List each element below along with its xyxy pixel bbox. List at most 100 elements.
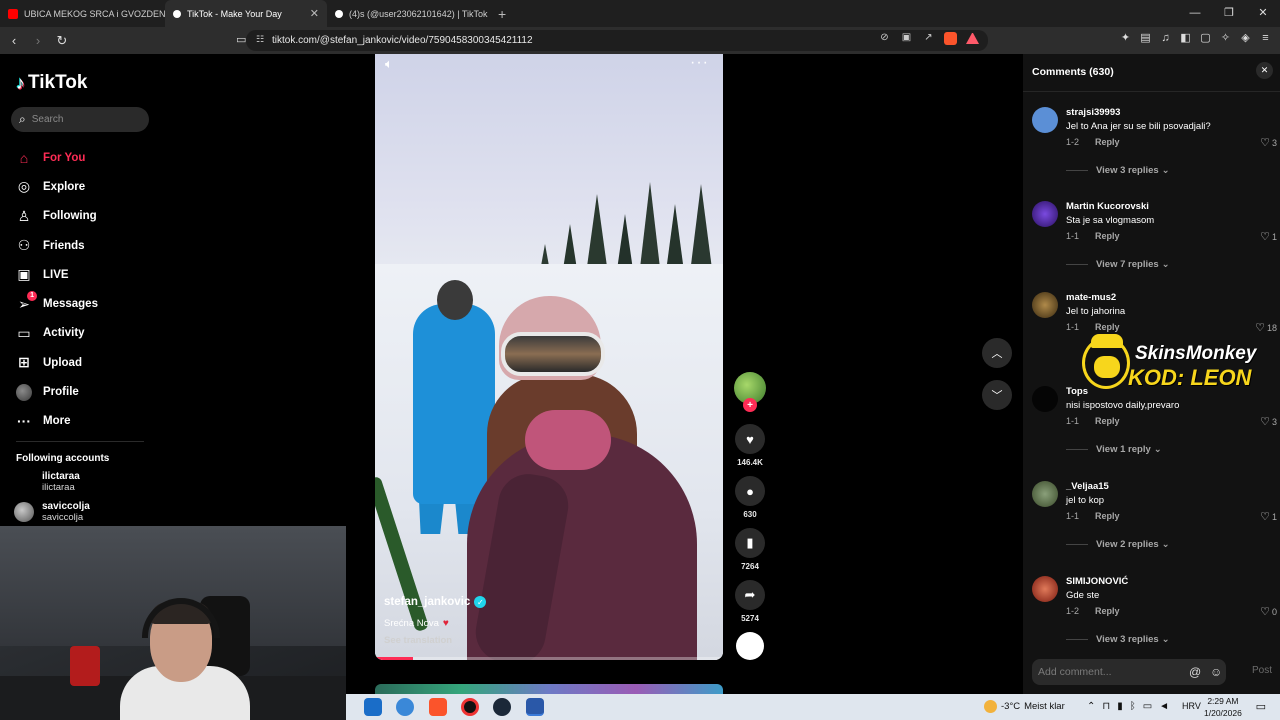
avatar[interactable] bbox=[1032, 576, 1058, 602]
reply-button[interactable]: Reply bbox=[1095, 231, 1120, 241]
avatar[interactable] bbox=[1032, 292, 1058, 318]
more-options-icon[interactable]: ··· bbox=[690, 54, 709, 72]
mute-icon[interactable]: ⊘ bbox=[878, 32, 891, 45]
emoji-icon[interactable]: ☺ bbox=[1210, 665, 1222, 679]
notification-icon[interactable]: ▭ bbox=[1256, 700, 1266, 713]
sidebar-item-messages[interactable]: ➢ 1 Messages bbox=[16, 289, 98, 318]
volume-icon[interactable]: 🔈︎ bbox=[385, 56, 393, 72]
close-tab-icon[interactable]: ✕ bbox=[310, 7, 319, 20]
see-translation-link[interactable]: See translation bbox=[384, 635, 486, 646]
following-account[interactable]: saviccolja saviccolja bbox=[14, 501, 90, 523]
reply-button[interactable]: Reply bbox=[1095, 606, 1120, 616]
music-icon[interactable]: ♫ bbox=[1159, 32, 1172, 45]
author-avatar[interactable]: + bbox=[734, 372, 766, 412]
video-player[interactable]: 🔈︎ ··· stefan_jankovic ✓ Srećna Nova ♥ S… bbox=[375, 54, 723, 660]
sidebar-item-more[interactable]: ··· More bbox=[16, 407, 98, 436]
share-action[interactable]: ➦ 5274 bbox=[734, 580, 766, 623]
comment-like[interactable]: ♡ 18 bbox=[1255, 321, 1277, 334]
new-tab-button[interactable]: + bbox=[498, 6, 506, 22]
sidebar-item-upload[interactable]: ⊞ Upload bbox=[16, 348, 98, 377]
search-input[interactable] bbox=[31, 114, 132, 125]
comment-like[interactable]: ♡ 3 bbox=[1260, 415, 1277, 428]
comment-like[interactable]: ♡ 1 bbox=[1260, 510, 1277, 523]
microphone-icon[interactable]: ▮ bbox=[1117, 701, 1123, 712]
view-replies-button[interactable]: View 2 replies ⌄ bbox=[1066, 539, 1170, 550]
next-video-button[interactable]: ﹀ bbox=[982, 380, 1012, 410]
start-icon[interactable] bbox=[364, 698, 382, 716]
like-action[interactable]: ♥ 146.4K bbox=[734, 424, 766, 467]
previous-video-button[interactable]: ︿ bbox=[982, 338, 1012, 368]
next-video-preview[interactable] bbox=[375, 684, 723, 694]
tiktok-logo[interactable]: ♪ TikTok bbox=[16, 72, 87, 94]
avatar[interactable] bbox=[1032, 107, 1058, 133]
sidebar-item-activity[interactable]: ▭ Activity bbox=[16, 319, 98, 348]
comment-like[interactable]: ♡ 3 bbox=[1260, 136, 1277, 149]
comment-user[interactable]: _Veljaa15 bbox=[1066, 481, 1109, 492]
bookmark-icon[interactable]: ▮ bbox=[735, 528, 765, 558]
comment-user[interactable]: Martin Kucorovski bbox=[1066, 201, 1149, 212]
view-replies-button[interactable]: View 3 replies ⌄ bbox=[1066, 165, 1170, 176]
video-progress-bar[interactable] bbox=[375, 657, 723, 660]
browser-tab[interactable]: (4)s (@user23062101642) | TikTok bbox=[327, 0, 492, 27]
sidebar-toggle-icon[interactable]: ◧ bbox=[1179, 32, 1192, 45]
brave-shields-icon[interactable] bbox=[944, 32, 957, 45]
back-icon[interactable]: ‹ bbox=[4, 33, 24, 48]
reply-button[interactable]: Reply bbox=[1095, 416, 1120, 426]
tray-arrow-icon[interactable]: ⌃ bbox=[1087, 701, 1095, 712]
following-account[interactable]: ilictaraa ilictaraa bbox=[14, 471, 80, 493]
bookmark-icon[interactable]: ▭ bbox=[236, 33, 246, 46]
share-icon[interactable]: ➦ bbox=[735, 580, 765, 610]
mention-icon[interactable]: @ bbox=[1189, 665, 1201, 679]
forward-icon[interactable]: › bbox=[28, 33, 48, 48]
post-comment-button[interactable]: Post bbox=[1252, 665, 1272, 676]
sidebar-item-live[interactable]: ▣ LIVE bbox=[16, 260, 98, 289]
avatar[interactable] bbox=[1032, 201, 1058, 227]
view-replies-button[interactable]: View 3 replies ⌄ bbox=[1066, 634, 1170, 645]
reader-icon[interactable]: ▤ bbox=[1139, 32, 1152, 45]
comment-like[interactable]: ♡ 1 bbox=[1260, 230, 1277, 243]
comment-user[interactable]: mate-mus2 bbox=[1066, 292, 1116, 303]
sidebar-item-explore[interactable]: ◎ Explore bbox=[16, 172, 98, 201]
save-action[interactable]: ▮ 7264 bbox=[734, 528, 766, 571]
url-bar[interactable]: ▭ ☷ tiktok.com/@stefan_jankovic/video/75… bbox=[236, 30, 988, 51]
menu-icon[interactable]: ≡ bbox=[1259, 32, 1272, 45]
sidebar-item-for-you[interactable]: ⌂ For You bbox=[16, 143, 98, 172]
music-disc-icon[interactable] bbox=[736, 632, 764, 660]
share-icon[interactable]: ↗ bbox=[922, 32, 935, 45]
comment-user[interactable]: strajsi39993 bbox=[1066, 107, 1120, 118]
sidebar-item-friends[interactable]: ⚇ Friends bbox=[16, 231, 98, 260]
bluetooth-icon[interactable]: ᛒ bbox=[1130, 701, 1136, 712]
brave-rewards-icon[interactable] bbox=[966, 33, 979, 44]
edge-icon[interactable] bbox=[396, 698, 414, 716]
close-comments-button[interactable]: ✕ bbox=[1256, 62, 1273, 79]
brave-icon[interactable] bbox=[429, 698, 447, 716]
add-comment-input[interactable]: Add comment... @ ☺ bbox=[1032, 659, 1226, 685]
site-settings-icon[interactable]: ☷ bbox=[256, 34, 264, 45]
comment-icon[interactable]: ● bbox=[735, 476, 765, 506]
reply-button[interactable]: Reply bbox=[1095, 322, 1120, 332]
browser-tab-active[interactable]: TikTok - Make Your Day ✕ bbox=[165, 0, 327, 27]
view-replies-button[interactable]: View 7 replies ⌄ bbox=[1066, 259, 1170, 270]
restore-icon[interactable]: ❐ bbox=[1212, 0, 1246, 27]
avatar[interactable] bbox=[1032, 386, 1058, 412]
comment-user[interactable]: SIMIJONOVIĆ bbox=[1066, 576, 1128, 587]
follow-plus-icon[interactable]: + bbox=[743, 398, 757, 412]
vpn-icon[interactable]: ◈ bbox=[1239, 32, 1252, 45]
sidebar-item-following[interactable]: ♙ Following bbox=[16, 202, 98, 231]
video-author[interactable]: stefan_jankovic ✓ bbox=[384, 596, 487, 608]
search-box[interactable]: ⌕ bbox=[11, 107, 149, 132]
close-window-icon[interactable]: ✕ bbox=[1246, 0, 1280, 27]
volume-icon[interactable]: ◄ bbox=[1159, 701, 1169, 712]
language-indicator[interactable]: HRV bbox=[1182, 701, 1201, 711]
clock[interactable]: 2:29 AM 1/20/2026 bbox=[1204, 695, 1242, 719]
reload-icon[interactable]: ↻ bbox=[52, 33, 72, 49]
heart-icon[interactable]: ♥ bbox=[735, 424, 765, 454]
minimize-icon[interactable]: — bbox=[1178, 0, 1212, 27]
steam-icon[interactable] bbox=[493, 698, 511, 716]
obs-icon[interactable] bbox=[461, 698, 479, 716]
reply-button[interactable]: Reply bbox=[1095, 137, 1120, 147]
leo-icon[interactable]: ✧ bbox=[1219, 32, 1232, 45]
weather-widget[interactable]: -3°C Meist klar bbox=[984, 700, 1065, 713]
comment-action[interactable]: ● 630 bbox=[734, 476, 766, 519]
view-replies-button[interactable]: View 1 reply ⌄ bbox=[1066, 444, 1162, 455]
